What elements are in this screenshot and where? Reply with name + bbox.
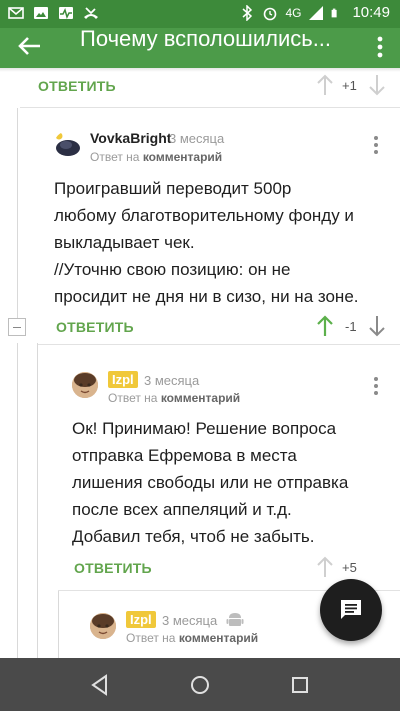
reply-to[interactable]: Ответ на комментарий [108,391,240,405]
comment-time: 3 месяца [169,131,225,146]
toolbar: Почему всполошились... [0,28,400,68]
photo-icon [34,7,48,19]
toolbar-shadow [0,68,400,72]
comment-line: любому благотворительному фонду и [54,206,354,225]
reply-button[interactable]: ОТВЕТИТЬ [56,319,134,335]
nav-recents-icon[interactable] [285,670,315,700]
reply-to-link[interactable]: комментарий [179,631,258,645]
score: +1 [342,78,357,93]
comment-line: Добавил тебя, чтоб не забыть. [72,527,315,546]
comment-menu-icon[interactable] [373,376,379,396]
thread-line [17,343,18,658]
upvote-icon[interactable] [316,74,334,96]
nav-home-icon[interactable] [185,670,215,700]
comment-line: лишения свободы или не отправка [72,473,349,492]
upvote-icon[interactable] [316,315,334,337]
comment-line: выкладывает чек. [54,233,195,252]
alarm-icon [264,7,277,20]
divider [38,344,400,345]
bluetooth-icon [242,4,253,21]
missed-call-icon [84,7,98,19]
avatar[interactable] [90,613,116,639]
back-arrow-icon[interactable] [14,31,44,61]
reply-to-prefix: Ответ на [108,391,158,405]
screen: 4G 10:49 Почему всполошились... ОТВЕТИТЬ… [0,0,400,711]
comment-body: Ок! Принимаю! Решение вопроса отправка Е… [72,415,392,550]
thread-line [37,343,38,658]
comment-time: 3 месяца [162,613,218,628]
score: +5 [342,560,357,575]
reply-button[interactable]: ОТВЕТИТЬ [74,560,152,576]
downvote-icon[interactable] [368,74,386,96]
signal-icon [309,5,324,20]
comment-line: Ок! Принимаю! Решение вопроса [72,419,337,438]
author-name[interactable]: Izpl [126,611,156,628]
reply-to-link[interactable]: комментарий [143,150,222,164]
collapse-thread-button[interactable] [8,318,26,336]
comment-line: отправка Ефремова в места [72,446,297,465]
upvote-icon[interactable] [316,556,334,578]
avatar[interactable] [54,131,82,159]
navigation-bar [0,658,400,711]
reply-to-link[interactable]: комментарий [161,391,240,405]
comment-line: //Уточню свою позицию: он не [54,260,291,279]
battery-icon [332,8,338,17]
clock: 10:49 [352,4,390,21]
reply-to-prefix: Ответ на [90,150,140,164]
comment-time: 3 месяца [144,373,200,388]
author-name[interactable]: VovkaBright [90,130,171,146]
add-comment-button[interactable] [320,579,382,641]
status-bar: 4G 10:49 [0,0,400,28]
comment-menu-icon[interactable] [373,135,379,155]
score: -1 [345,319,357,334]
comment-line: Проигравший переводит 500р [54,179,292,198]
thread-line [58,590,59,658]
divider [20,107,400,108]
gmail-icon [8,7,24,19]
page-title: Почему всполошились... [80,28,332,51]
reply-to[interactable]: Ответ на комментарий [126,631,258,645]
comment-line: после всех аппеляций и т.д. [72,500,292,519]
nav-back-icon[interactable] [85,670,115,700]
comment-line: просидит не дня ни в сизо, ни на зоне. [54,287,359,306]
downvote-icon[interactable] [368,315,386,337]
reply-button[interactable]: ОТВЕТИТЬ [38,78,116,94]
more-vert-icon[interactable] [374,33,386,63]
comment-body: Проигравший переводит 500р любому благот… [54,175,394,310]
pulse-icon [59,7,73,20]
author-name[interactable]: Izpl [108,371,138,388]
thread-line [17,108,18,319]
comment-icon [341,600,361,619]
reply-to[interactable]: Ответ на комментарий [90,150,222,164]
network-type: 4G [285,5,302,20]
android-icon [226,613,244,626]
reply-to-prefix: Ответ на [126,631,176,645]
avatar[interactable] [72,372,98,398]
